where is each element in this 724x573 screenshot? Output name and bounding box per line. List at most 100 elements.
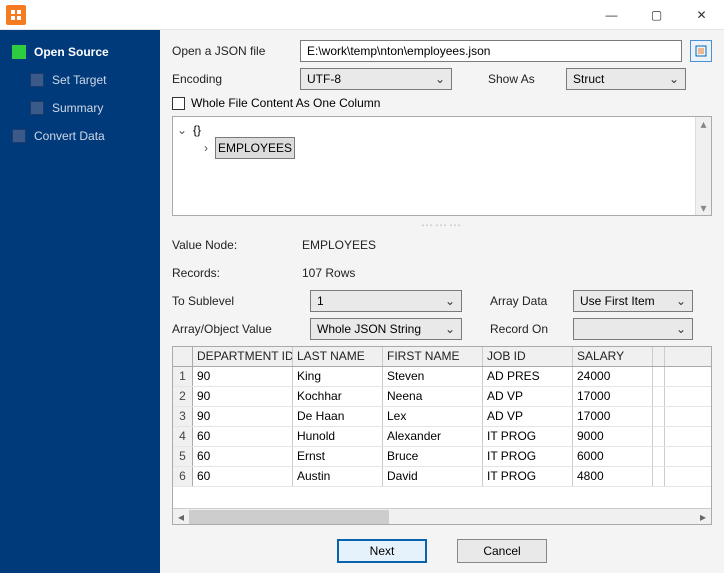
table-row[interactable]: 390De HaanLexAD VP17000: [173, 407, 711, 427]
arraydata-select[interactable]: Use First Item⌄: [573, 290, 693, 312]
cell: 90: [193, 387, 293, 406]
table-row[interactable]: 460HunoldAlexanderIT PROG9000: [173, 427, 711, 447]
chevron-down-icon: ⌄: [676, 322, 686, 336]
cell: Steven: [383, 367, 483, 386]
col-salary[interactable]: SALARY: [573, 347, 653, 366]
value-node-label: Value Node:: [172, 238, 302, 252]
cell: IT PROG: [483, 447, 573, 466]
row-number: 3: [173, 407, 193, 426]
step-open-source[interactable]: Open Source: [0, 38, 160, 66]
tree-node-employees[interactable]: EMPLOYEES: [215, 137, 295, 159]
chevron-down-icon: ⌄: [669, 72, 679, 86]
whole-file-checkbox[interactable]: Whole File Content As One Column: [172, 96, 712, 110]
step-label: Summary: [52, 101, 103, 115]
chevron-down-icon: ⌄: [676, 294, 686, 308]
cell: AD PRES: [483, 367, 573, 386]
cell: IT PROG: [483, 427, 573, 446]
cell-overflow: [653, 467, 665, 486]
cell: King: [293, 367, 383, 386]
records-value: 107 Rows: [302, 266, 355, 280]
cell-overflow: [653, 447, 665, 466]
recordon-select[interactable]: ⌄: [573, 318, 693, 340]
table-row[interactable]: 190KingStevenAD PRES24000: [173, 367, 711, 387]
step-label: Set Target: [52, 73, 106, 87]
cell: Ernst: [293, 447, 383, 466]
row-number: 5: [173, 447, 193, 466]
chevron-down-icon: ⌄: [445, 322, 455, 336]
sublevel-label: To Sublevel: [172, 294, 302, 308]
scroll-right-icon[interactable]: ▸: [695, 510, 711, 524]
splitter[interactable]: ⋯⋯⋯: [172, 222, 712, 228]
tree-scrollbar[interactable]: ▴▾: [695, 117, 711, 215]
row-header-corner: [173, 347, 193, 366]
cancel-button[interactable]: Cancel: [457, 539, 547, 563]
step-set-target[interactable]: Set Target: [0, 66, 160, 94]
cell: 60: [193, 447, 293, 466]
col-department-id[interactable]: DEPARTMENT ID: [193, 347, 293, 366]
open-file-label: Open a JSON file: [172, 44, 292, 58]
cell: 6000: [573, 447, 653, 466]
col-job-id[interactable]: JOB ID: [483, 347, 573, 366]
cell: 90: [193, 367, 293, 386]
scroll-left-icon[interactable]: ◂: [173, 510, 189, 524]
table-row[interactable]: 560ErnstBruceIT PROG6000: [173, 447, 711, 467]
row-number: 2: [173, 387, 193, 406]
table-row[interactable]: 290KochharNeenaAD VP17000: [173, 387, 711, 407]
cell-overflow: [653, 367, 665, 386]
step-label: Open Source: [34, 45, 109, 59]
cell: Hunold: [293, 427, 383, 446]
cell-overflow: [653, 427, 665, 446]
encoding-label: Encoding: [172, 72, 292, 86]
footer: Next Cancel: [172, 531, 712, 565]
cell: 9000: [573, 427, 653, 446]
main-panel: Open a JSON file Encoding UTF-8⌄ Show As…: [160, 30, 724, 573]
maximize-button[interactable]: ▢: [634, 0, 679, 30]
cell: De Haan: [293, 407, 383, 426]
records-label: Records:: [172, 266, 302, 280]
json-tree[interactable]: ⌄ {} › EMPLOYEES ▴▾: [172, 116, 712, 216]
browse-icon: [694, 44, 708, 58]
cell-overflow: [653, 407, 665, 426]
cell: 17000: [573, 387, 653, 406]
recordon-label: Record On: [490, 322, 565, 336]
col-first-name[interactable]: FIRST NAME: [383, 347, 483, 366]
step-summary[interactable]: Summary: [0, 94, 160, 122]
grid-body[interactable]: 190KingStevenAD PRES24000290KochharNeena…: [173, 367, 711, 508]
browse-button[interactable]: [690, 40, 712, 62]
sublevel-select[interactable]: 1⌄: [310, 290, 462, 312]
showas-select[interactable]: Struct⌄: [566, 68, 686, 90]
table-row[interactable]: 660AustinDavidIT PROG4800: [173, 467, 711, 487]
cell: 60: [193, 427, 293, 446]
app-icon: [6, 5, 26, 25]
next-button[interactable]: Next: [337, 539, 427, 563]
expand-icon[interactable]: ›: [201, 141, 211, 155]
cell: Kochhar: [293, 387, 383, 406]
cell: IT PROG: [483, 467, 573, 486]
col-overflow: [653, 347, 665, 366]
cell: Austin: [293, 467, 383, 486]
minimize-button[interactable]: —: [589, 0, 634, 30]
chevron-down-icon: ⌄: [435, 72, 445, 86]
arrobj-label: Array/Object Value: [172, 322, 302, 336]
grid-hscroll[interactable]: ◂ ▸: [173, 508, 711, 524]
encoding-select[interactable]: UTF-8⌄: [300, 68, 452, 90]
tree-root[interactable]: {}: [191, 123, 203, 137]
file-path-input[interactable]: [300, 40, 682, 62]
arrobj-select[interactable]: Whole JSON String⌄: [310, 318, 462, 340]
cell: AD VP: [483, 387, 573, 406]
row-number: 1: [173, 367, 193, 386]
scroll-thumb[interactable]: [189, 510, 389, 524]
cell: 4800: [573, 467, 653, 486]
arraydata-label: Array Data: [490, 294, 565, 308]
collapse-icon[interactable]: ⌄: [177, 123, 187, 137]
close-button[interactable]: ✕: [679, 0, 724, 30]
titlebar: — ▢ ✕: [0, 0, 724, 30]
cell: 17000: [573, 407, 653, 426]
grid-header: DEPARTMENT ID LAST NAME FIRST NAME JOB I…: [173, 347, 711, 367]
step-convert-data[interactable]: Convert Data: [0, 122, 160, 150]
checkbox-box: [172, 97, 185, 110]
showas-label: Show As: [488, 72, 558, 86]
col-last-name[interactable]: LAST NAME: [293, 347, 383, 366]
cell: AD VP: [483, 407, 573, 426]
step-label: Convert Data: [34, 129, 105, 143]
